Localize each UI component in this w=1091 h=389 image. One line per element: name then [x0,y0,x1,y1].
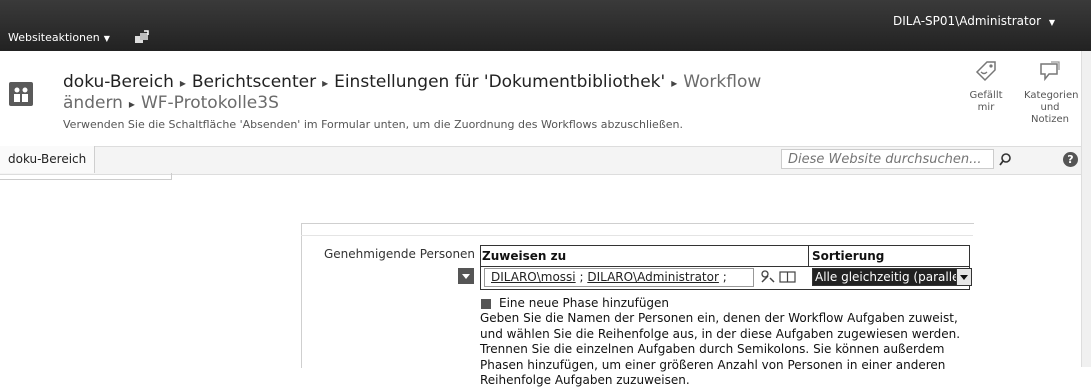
order-select-value[interactable]: Alle gleichzeitig (parallel) [813,269,956,285]
tag-notes-icon [1040,61,1060,82]
people-separator: ; [575,270,588,284]
people-picker-input[interactable]: DILARO\mossi ; DILARO\Administrator ; [484,268,754,287]
resolved-user[interactable]: DILARO\mossi [491,270,576,284]
address-book-icon[interactable] [779,271,796,283]
breadcrumb-separator: ▸ [179,76,186,90]
resolved-user[interactable]: DILARO\Administrator [587,270,719,284]
breadcrumb-item[interactable]: Einstellungen für 'Dokumentbibliothek' [334,72,665,92]
like-label: Gefällt mir [969,90,1003,113]
vertical-scrollbar[interactable] [1081,51,1091,367]
navigate-up-icon[interactable] [134,30,150,44]
tag-like-icon [975,61,996,82]
like-button[interactable]: Gefällt mir [960,58,1012,114]
breadcrumb-item[interactable]: doku-Bereich [63,72,174,92]
site-logo-icon[interactable] [9,82,33,106]
site-actions-label: Websiteaktionen [8,31,100,44]
add-phase-link[interactable]: Eine neue Phase hinzufügen [499,296,669,310]
people-picker-buttons [761,270,796,283]
user-menu[interactable]: DILA-SP01\Administrator ▼ [893,14,1055,28]
user-name: DILA-SP01\Administrator [893,14,1042,28]
chevron-down-icon: ▼ [103,34,110,43]
people-separator: ; [718,270,727,284]
page-description: Verwenden Sie die Schaltfläche 'Absenden… [63,118,683,131]
divider [0,173,172,180]
help-icon[interactable]: ? [1063,152,1078,167]
tags-notes-button[interactable]: Kategorien und Notizen [1024,58,1079,126]
search-input[interactable] [781,149,994,169]
divider [808,245,809,267]
field-help-text: Geben Sie die Namen der Personen ein, de… [480,311,961,387]
add-phase-icon[interactable] [481,299,491,309]
page-title: WF-Protokolle3S [140,93,279,113]
search-icon[interactable] [995,149,1017,169]
breadcrumb-separator: ▸ [128,97,135,111]
tab-doku-bereich[interactable]: doku-Bereich [0,146,96,173]
row-menu-button[interactable] [458,268,474,284]
breadcrumb: doku-Bereich ▸ Berichtscenter ▸ Einstellunge… [63,72,863,114]
check-names-icon[interactable] [761,270,775,283]
approvers-label: Genehmigende Personen [324,247,476,261]
site-actions-menu[interactable]: Websiteaktionen ▼ [8,31,110,44]
breadcrumb-separator: ▸ [322,76,329,90]
chevron-down-icon: ▼ [1048,18,1055,27]
tags-notes-label: Kategorien und Notizen [1024,90,1079,125]
breadcrumb-item[interactable]: Berichtscenter [192,72,316,92]
column-header-order: Sortierung [812,249,885,263]
breadcrumb-separator: ▸ [671,76,678,90]
chevron-down-icon[interactable] [956,269,971,285]
column-header-assign: Zuweisen zu [482,249,567,263]
divider [301,235,973,236]
people-icon [14,87,28,102]
